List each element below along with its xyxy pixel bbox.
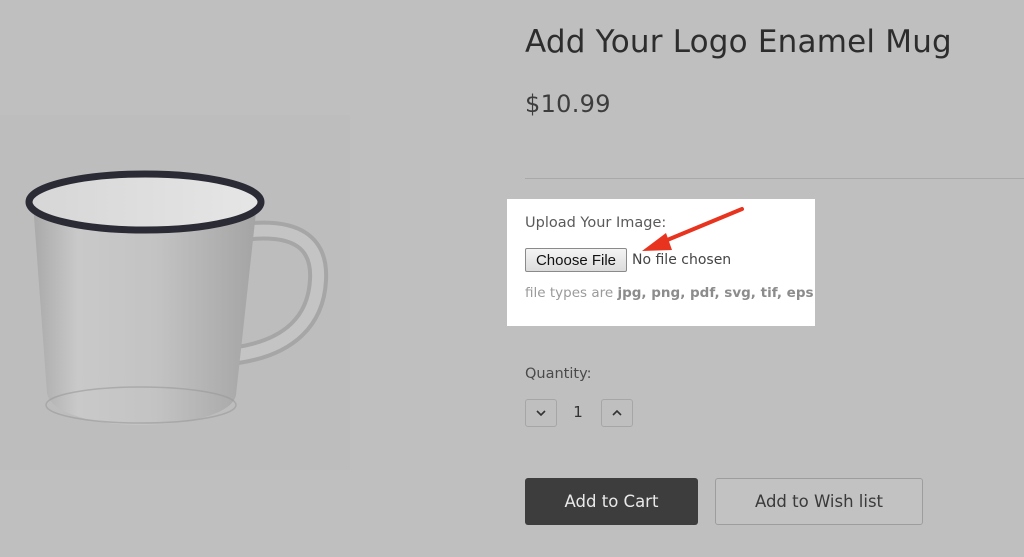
section-divider	[525, 178, 1024, 179]
product-image	[0, 115, 350, 470]
quantity-increase-button[interactable]	[601, 399, 633, 427]
quantity-label: Quantity:	[525, 366, 592, 382]
mug-illustration	[25, 170, 329, 425]
file-types-prefix: file types are	[525, 285, 618, 301]
add-to-cart-button[interactable]: Add to Cart	[525, 478, 698, 525]
quantity-decrease-button[interactable]	[525, 399, 557, 427]
chevron-up-icon	[612, 409, 622, 416]
file-types-list: jpg, png, pdf, svg, tif, eps	[617, 285, 814, 301]
add-to-wishlist-button[interactable]: Add to Wish list	[715, 478, 923, 525]
product-price: $10.99	[525, 90, 611, 118]
file-types-hint: file types are jpg, png, pdf, svg, tif, …	[525, 285, 814, 301]
product-title: Add Your Logo Enamel Mug	[525, 24, 952, 60]
choose-file-button[interactable]: Choose File	[525, 248, 627, 272]
chevron-down-icon	[536, 410, 546, 417]
annotation-arrow-icon	[642, 207, 744, 251]
quantity-value[interactable]: 1	[568, 403, 588, 421]
